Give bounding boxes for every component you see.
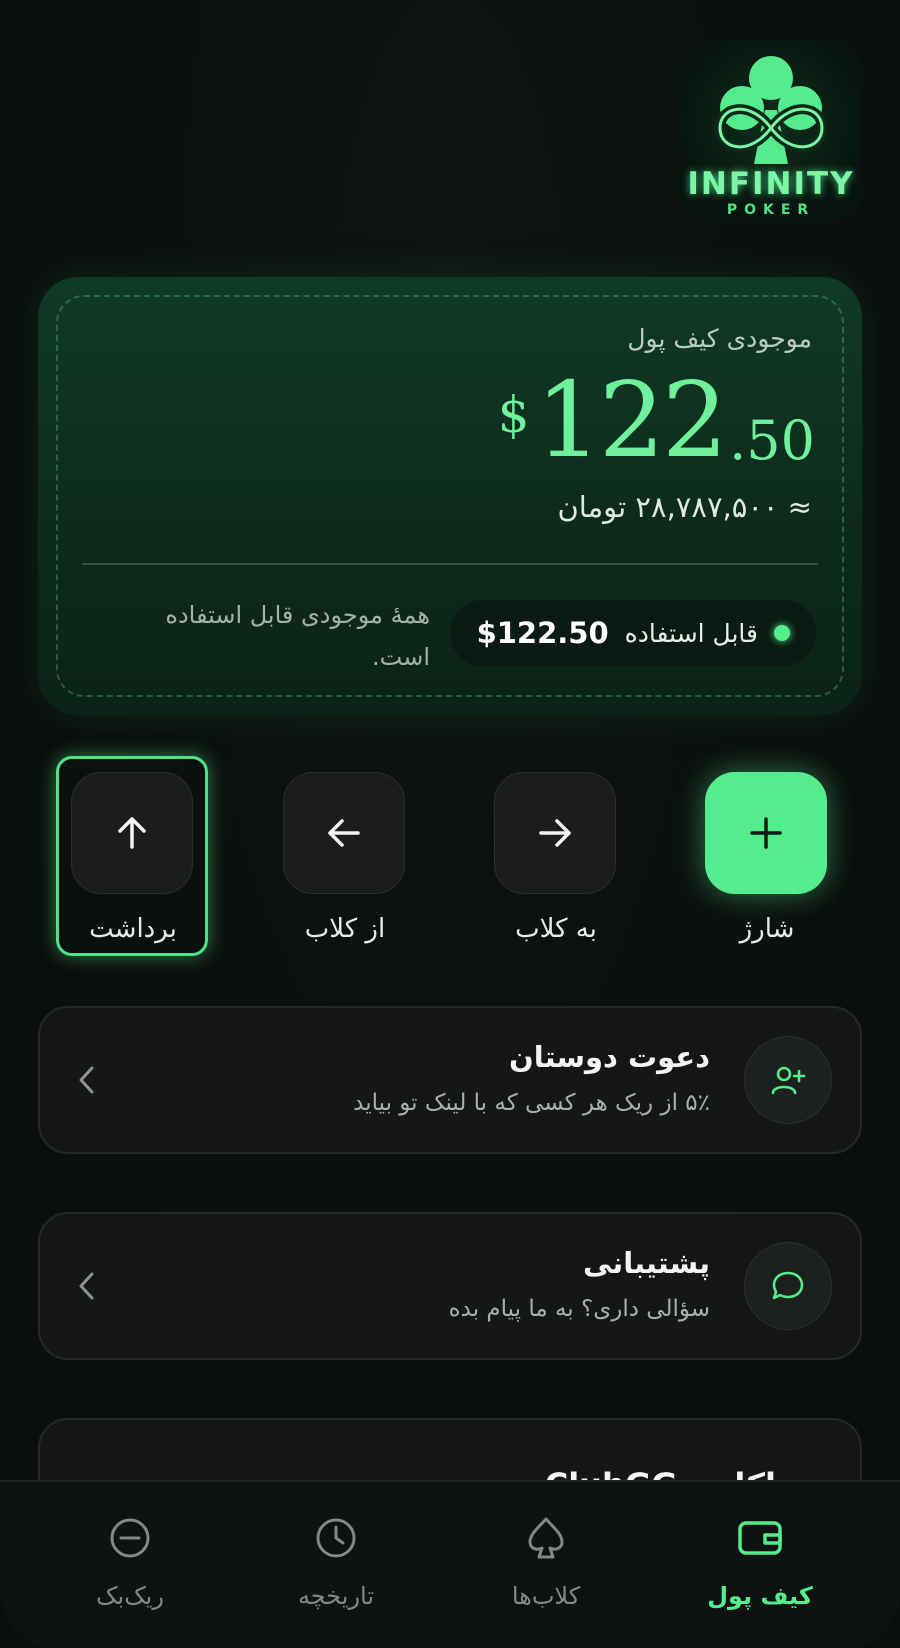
logo-subtitle: POKER <box>726 202 816 218</box>
available-value: $122.50 <box>476 616 609 650</box>
app-logo: INFINITY POKER <box>680 40 862 222</box>
balance-label: موجودی کیف پول <box>627 324 812 353</box>
balance-amount: $ 122 .50 <box>498 368 815 472</box>
to-club-action[interactable]: به کلاب <box>494 772 618 944</box>
from-club-action[interactable]: از کلاب <box>283 772 407 944</box>
available-label: قابل استفاده <box>624 618 758 648</box>
status-dot <box>774 625 790 641</box>
balance-decimal: .50 <box>729 409 815 472</box>
invite-title: دعوت دوستان <box>508 1040 710 1074</box>
chevron-left-icon <box>79 1272 94 1300</box>
invite-subtitle: ۵٪ از ریک هر کسی که با لینک تو بیاید <box>353 1090 710 1116</box>
minus-circle-icon <box>102 1510 158 1566</box>
nav-clubs-label: کلاب‌ها <box>511 1582 581 1610</box>
withdraw-action[interactable]: برداشت <box>71 772 195 944</box>
charge-action[interactable]: شارژ <box>705 772 829 944</box>
bottom-navigation: کیف پول کلاب‌ها تاریخچه <box>0 1480 900 1648</box>
wallet-icon <box>732 1510 788 1566</box>
nav-history[interactable]: تاریخچه <box>246 1482 426 1648</box>
logo-title: INFINITY <box>687 166 855 202</box>
wallet-screen: INFINITY POKER موجودی کیف پول $ 122 .50 … <box>0 0 900 1648</box>
nav-rakeback[interactable]: ریک‌بک <box>40 1482 220 1648</box>
from-club-label: از کلاب <box>304 914 386 944</box>
withdraw-button[interactable] <box>71 772 193 894</box>
arrow-up-icon <box>118 817 146 849</box>
user-add-icon <box>771 1066 806 1095</box>
support-subtitle: سؤالی داری؟ به ما پیام بده <box>448 1296 710 1322</box>
to-club-label: به کلاب <box>515 914 597 944</box>
charge-label: شارژ <box>739 914 795 944</box>
available-badge: قابل استفاده $122.50 <box>450 600 816 666</box>
available-note: همهٔ موجودی قابل استفاده است. <box>165 601 430 671</box>
clock-icon <box>308 1510 364 1566</box>
arrow-left-icon <box>328 819 360 847</box>
withdraw-label: برداشت <box>89 914 177 944</box>
balance-currency: $ <box>497 386 530 444</box>
chat-bubble-icon <box>772 1271 804 1300</box>
nav-clubs[interactable]: کلاب‌ها <box>456 1482 636 1648</box>
plus-icon <box>750 817 782 849</box>
balance-divider <box>82 563 818 565</box>
balance-toman: ≈ ۲۸,۷۸۷,۵۰۰ تومان <box>557 490 812 524</box>
support-icon-circle <box>744 1242 832 1330</box>
balance-integer: 122 <box>535 359 729 481</box>
nav-wallet[interactable]: کیف پول <box>670 1482 850 1648</box>
from-club-button[interactable] <box>283 772 405 894</box>
to-club-button[interactable] <box>494 772 616 894</box>
nav-rakeback-label: ریک‌بک <box>96 1582 164 1610</box>
nav-history-label: تاریخچه <box>297 1582 375 1610</box>
support-title: پشتیبانی <box>582 1246 710 1280</box>
support-card[interactable]: پشتیبانی سؤالی داری؟ به ما پیام بده <box>38 1212 862 1360</box>
spade-icon <box>518 1510 574 1566</box>
chevron-left-icon <box>79 1066 94 1094</box>
invite-friends-card[interactable]: دعوت دوستان ۵٪ از ریک هر کسی که با لینک … <box>38 1006 862 1154</box>
arrow-right-icon <box>539 819 571 847</box>
charge-button[interactable] <box>705 772 827 894</box>
invite-icon-circle <box>744 1036 832 1124</box>
nav-wallet-label: کیف پول <box>707 1582 813 1610</box>
